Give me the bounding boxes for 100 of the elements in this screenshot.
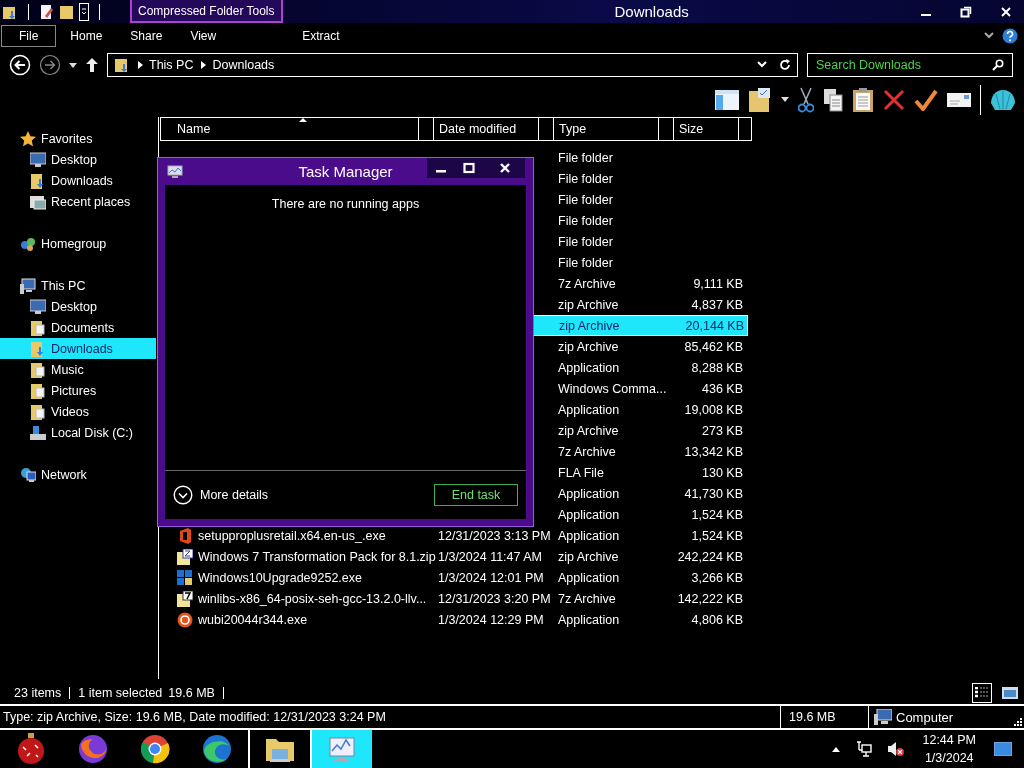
file-tab[interactable]: File: [1, 24, 57, 47]
file-row[interactable]: Windows10Upgrade9252.exe 1/3/2024 12:01 PM Application 3,266 KB: [159, 567, 748, 588]
nav-item[interactable]: Videos: [0, 401, 156, 422]
file-type: zip Archive: [558, 423, 620, 438]
network-icon[interactable]: [856, 741, 873, 757]
computer-icon: [874, 709, 892, 725]
nav-item[interactable]: Network: [0, 464, 156, 485]
file-name: winlibs-x86_64-posix-seh-gcc-13.2.0-llv...: [198, 591, 428, 606]
shell-icon[interactable]: [990, 87, 1016, 112]
details-view-button[interactable]: [972, 683, 992, 703]
file-type: Application: [558, 528, 621, 543]
file-type: FLA File: [558, 465, 605, 480]
file-row[interactable]: Windows 7 Transformation Pack for 8.1.zip 1/3/2024 11:47 AM zip Archive 242,224 KB: [159, 546, 748, 567]
search-icon[interactable]: [992, 59, 1004, 71]
volume-muted-icon[interactable]: [888, 741, 905, 757]
breadcrumb[interactable]: This PC: [149, 58, 194, 72]
file-type: Application: [558, 507, 621, 522]
nav-item[interactable]: Favorites: [0, 128, 156, 149]
file-size: 273 KB: [701, 423, 743, 438]
file-size: 13,342 KB: [683, 444, 743, 459]
ribbon-tab[interactable]: Share: [116, 25, 177, 46]
file-name: setupproplusretail.x64.en-us_.exe: [198, 528, 387, 543]
ribbon-tab[interactable]: View: [176, 25, 231, 46]
ribbon-tab[interactable]: Extract: [288, 25, 354, 46]
file-row[interactable]: wubi20044r344.exe 1/3/2024 12:29 PM Application 4,806 KB: [159, 609, 748, 630]
delete-icon[interactable]: [883, 88, 905, 111]
folder-icon: [30, 319, 46, 336]
file-size: 20,144 KB: [684, 318, 744, 333]
nav-item[interactable]: Downloads: [0, 338, 156, 359]
refresh-icon[interactable]: [779, 59, 791, 71]
file-type: 7z Archive: [558, 276, 617, 291]
nav-item[interactable]: Music: [0, 359, 156, 380]
caret-icon[interactable]: [138, 61, 143, 69]
browser-icon: [139, 733, 171, 765]
properties-icon[interactable]: [39, 3, 55, 20]
nav-item[interactable]: Local Disk (C:): [0, 422, 156, 443]
close-icon[interactable]: [1000, 5, 1012, 18]
file-size: 130 KB: [701, 465, 743, 480]
forward-icon[interactable]: [39, 54, 61, 76]
nav-item[interactable]: Recent places: [0, 191, 156, 212]
contextual-tab[interactable]: Compressed Folder Tools: [130, 0, 283, 23]
file-row[interactable]: setupproplusretail.x64.en-us_.exe 12/31/2023 3:13 PM Application 1,524 KB: [159, 525, 748, 546]
scissors-icon[interactable]: [798, 86, 814, 113]
file-size: 436 KB: [701, 381, 743, 396]
nav-item[interactable]: Desktop: [0, 149, 156, 170]
caret-icon[interactable]: [201, 61, 207, 69]
dropdown-icon[interactable]: [69, 62, 77, 68]
nav-item[interactable]: Homegroup: [0, 233, 156, 254]
ribbon-tab[interactable]: Home: [56, 25, 117, 46]
recent-places-icon: [30, 193, 46, 210]
new-folder-icon[interactable]: [59, 3, 75, 20]
ubuntu-icon: [177, 611, 193, 628]
copy-icon[interactable]: [823, 87, 843, 112]
chevron-icon[interactable]: [757, 61, 767, 69]
file-type: File folder: [558, 234, 614, 249]
download-folder-icon: [30, 172, 46, 189]
back-icon[interactable]: [9, 54, 31, 76]
network-icon: [20, 466, 36, 483]
nav-item[interactable]: Documents: [0, 317, 156, 338]
nav-item[interactable]: Desktop: [0, 296, 156, 317]
nav-item[interactable]: Downloads: [0, 170, 156, 191]
file-size: 4,837 KB: [690, 297, 743, 312]
file-size: 242,224 KB: [676, 549, 743, 564]
preview-pane-icon[interactable]: [715, 88, 739, 111]
column-header[interactable]: Date modified: [433, 118, 539, 140]
monitor-chart-icon: [167, 164, 183, 179]
file-size: 142,222 KB: [676, 591, 743, 606]
nav-item[interactable]: This PC: [0, 275, 156, 296]
help-icon[interactable]: [1002, 27, 1018, 44]
date-modified: 1/3/2024 12:01 PM: [438, 570, 545, 585]
more-details-link[interactable]: More details: [173, 485, 269, 505]
clock[interactable]: 12:44 PM 1/3/2024: [922, 731, 976, 767]
date-modified: 12/31/2023 3:20 PM: [438, 591, 552, 606]
breadcrumb[interactable]: Downloads: [212, 58, 275, 72]
dropdown-icon[interactable]: [781, 97, 789, 102]
location-label: Computer: [896, 709, 954, 725]
file-type: Application: [558, 612, 621, 627]
folder-options-icon[interactable]: [748, 86, 772, 113]
clipboard-icon[interactable]: [852, 86, 874, 113]
file-type: 7z Archive: [558, 591, 617, 606]
chevron-icon[interactable]: [984, 31, 994, 40]
column-header[interactable]: Type: [553, 118, 659, 140]
nav-item[interactable]: Pictures: [0, 380, 156, 401]
resize-grip-icon[interactable]: [1014, 718, 1022, 726]
end-task-button[interactable]: End task: [434, 484, 518, 506]
checkmark-icon[interactable]: [914, 88, 938, 111]
customize-icon[interactable]: [79, 2, 89, 21]
restore-icon[interactable]: [960, 5, 972, 18]
up-icon[interactable]: [85, 57, 99, 73]
address-bar[interactable]: This PC Downloads: [107, 53, 798, 77]
date-modified: 12/31/2023 3:13 PM: [438, 528, 552, 543]
file-size: 3,266 KB: [690, 570, 743, 585]
computer-icon: [20, 277, 36, 294]
file-row[interactable]: winlibs-x86_64-posix-seh-gcc-13.2.0-llv... 12/31/2023 3:20 PM 7z Archive 142,222 KB: [159, 588, 748, 609]
column-header[interactable]: Name: [161, 118, 419, 140]
show-hidden-icons-icon[interactable]: [832, 746, 841, 752]
envelope-icon[interactable]: [947, 91, 971, 108]
star-icon: [20, 130, 36, 147]
search-field[interactable]: Search Downloads: [807, 53, 1013, 77]
column-header[interactable]: Size: [673, 118, 739, 140]
